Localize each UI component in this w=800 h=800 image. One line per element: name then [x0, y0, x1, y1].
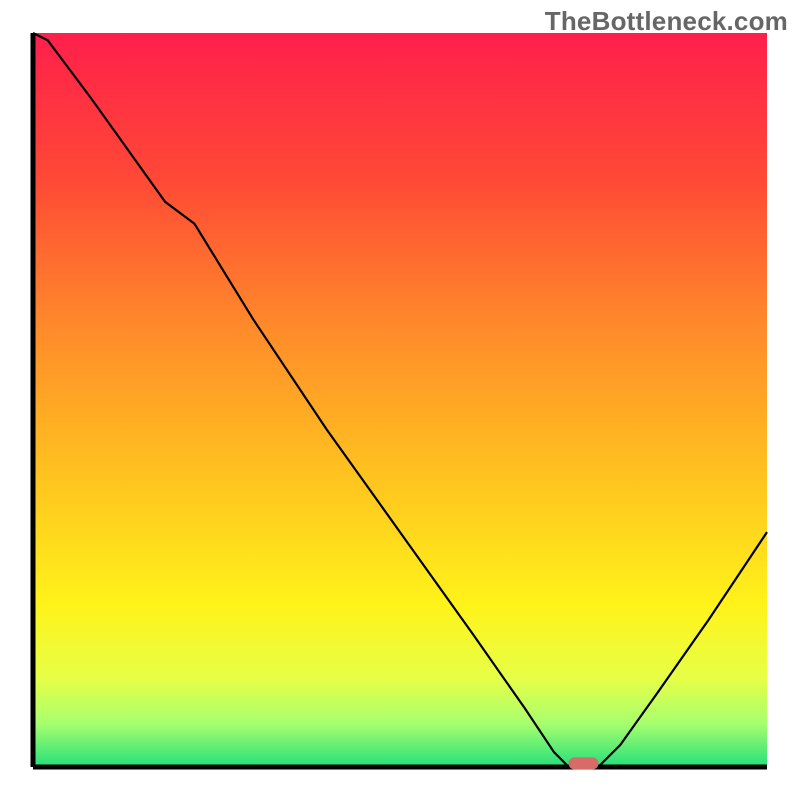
bottleneck-chart: [0, 0, 800, 800]
trough-marker: [569, 757, 599, 769]
gradient-background: [33, 33, 767, 767]
chart-stage: TheBottleneck.com: [0, 0, 800, 800]
